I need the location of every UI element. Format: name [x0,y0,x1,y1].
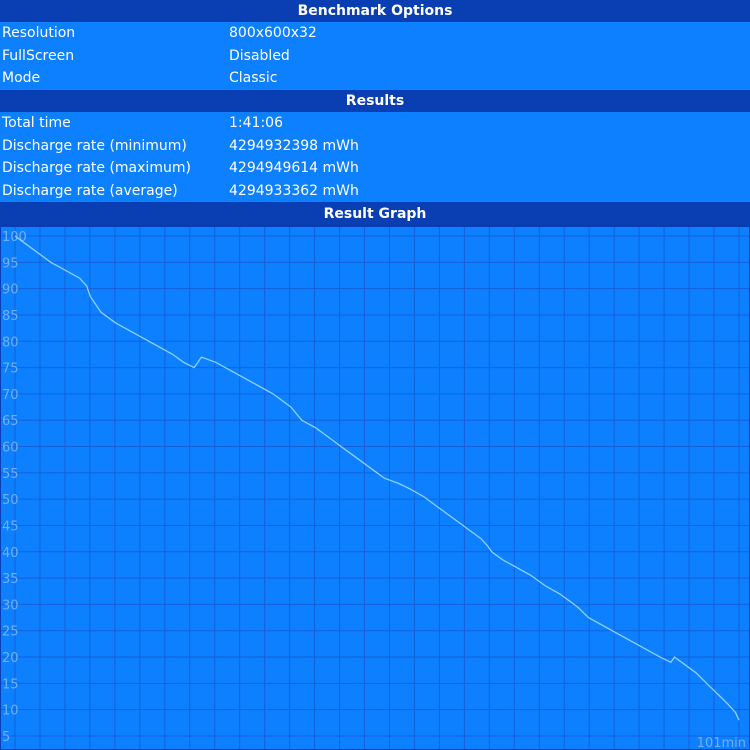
y-tick-label: 75 [2,362,19,377]
result-graph: 100 95 90 85 80 75 70 65 60 55 50 45 40 35 30 25 20 15 10 5… [0,226,750,750]
option-label: Mode [2,70,41,86]
y-tick-label: 30 [2,598,19,613]
y-tick-label: 80 [2,335,19,350]
y-tick-label: 45 [2,519,19,534]
y-tick-label: 5 [2,730,10,745]
result-graph-header: Result Graph [0,203,750,225]
y-tick-label: 15 [2,677,19,692]
result-value: 4294932398 mWh [229,137,359,154]
y-tick-label: 20 [2,651,19,666]
y-tick-label: 35 [2,572,19,587]
y-tick-label: 55 [2,467,19,482]
option-value: 800x600x32 [229,25,317,41]
option-value: Classic [229,70,278,86]
option-value: Disabled [229,47,290,64]
y-tick-label: 40 [2,546,19,561]
y-tick-label: 85 [2,309,19,324]
option-label: Resolution [2,25,76,41]
y-tick-label: 90 [2,283,19,298]
result-row-discharge-min: Discharge rate (minimum) 4294932398 mWh [0,135,750,158]
result-label: Discharge rate (minimum) [2,137,187,154]
result-label: Discharge rate (maximum) [2,160,191,176]
x-axis-max-label: 101min [697,736,746,750]
option-row-resolution: Resolution 800x600x32 [0,22,750,45]
result-value: 4294933362 mWh [229,182,359,199]
results-table: Total time 1:41:06 Discharge rate (minim… [0,112,750,202]
results-header: Results [0,90,750,112]
result-value: 1:41:06 [229,115,283,131]
y-tick-label: 50 [2,493,19,508]
y-tick-label: 95 [2,256,19,271]
y-tick-label: 25 [2,625,19,640]
plot-background [1,227,749,749]
result-row-discharge-max: Discharge rate (maximum) 4294949614 mWh [0,157,750,180]
result-value: 4294949614 mWh [229,160,359,176]
y-tick-label: 10 [2,704,19,719]
result-label: Total time [2,115,71,131]
y-tick-label: 65 [2,414,19,429]
result-row-total-time: Total time 1:41:06 [0,112,750,135]
battery-benchmark-window: Benchmark Options Resolution 800x600x32 … [0,0,750,750]
y-tick-label: 60 [2,441,19,456]
discharge-chart: 1009590858075706560555045403530252015105… [1,227,749,750]
result-row-discharge-avg: Discharge rate (average) 4294933362 mWh [0,180,750,203]
benchmark-options-table: Resolution 800x600x32 FullScreen Disable… [0,22,750,90]
y-tick-label: 70 [2,388,19,403]
option-label: FullScreen [2,47,75,64]
option-row-fullscreen: FullScreen Disabled [0,45,750,68]
option-row-mode: Mode Classic [0,67,750,90]
benchmark-options-header: Benchmark Options [0,0,750,22]
result-label: Discharge rate (average) [2,182,178,199]
